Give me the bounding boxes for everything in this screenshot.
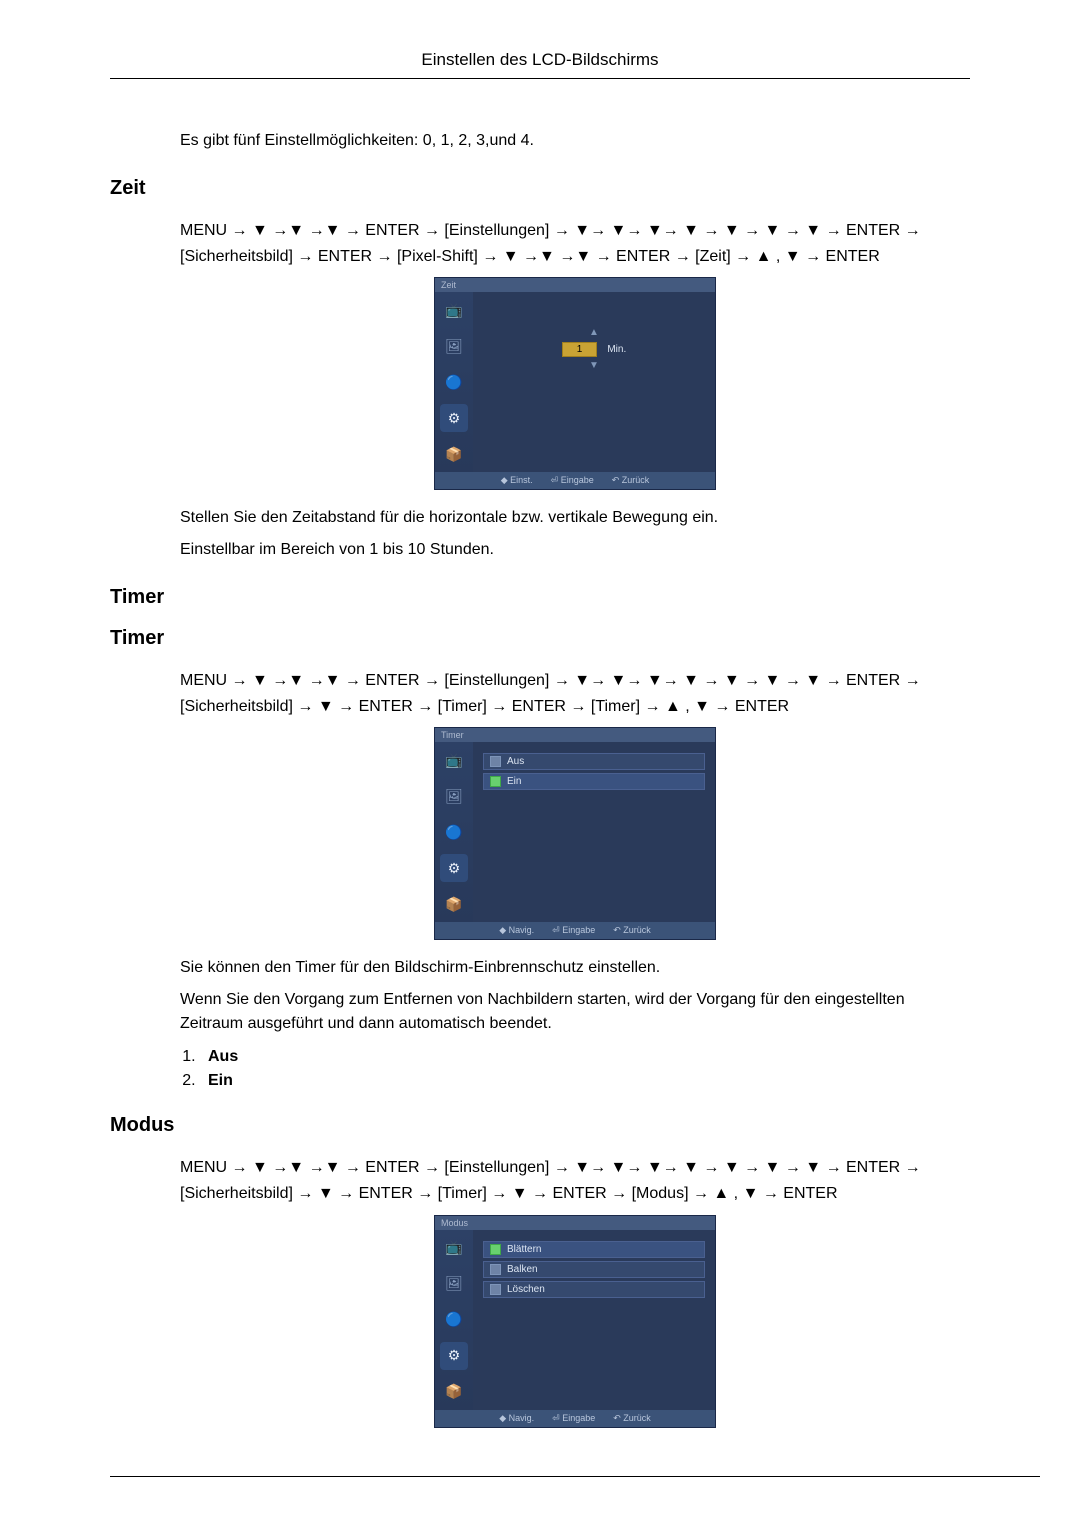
osd-sidebar: 📺 🖼 🔵 ⚙ 📦 [435, 742, 473, 922]
osd-icon-multi-icon[interactable]: 📦 [440, 1378, 468, 1406]
osd-icon-sound-icon[interactable]: 🔵 [440, 1306, 468, 1334]
checkbox-icon [490, 776, 501, 787]
osd-timer: Timer 📺 🖼 🔵 ⚙ 📦 Aus Ein [434, 727, 716, 940]
spinner-unit: Min. [607, 344, 626, 355]
modus-nav-path: MENU → ▼ →▼ →▼ → ENTER → [Einstellungen]… [180, 1155, 970, 1206]
option-label: Aus [507, 756, 524, 767]
osd-option-aus[interactable]: Aus [483, 753, 705, 770]
section-zeit-heading: Zeit [110, 177, 970, 200]
osd-option-loeschen[interactable]: Löschen [483, 1281, 705, 1298]
osd-icon-multi-icon[interactable]: 📦 [440, 890, 468, 918]
osd-icon-picture-icon[interactable]: 🖼 [440, 782, 468, 810]
osd-icon-input-icon[interactable]: 📺 [440, 746, 468, 774]
osd-timer-main: Aus Ein [473, 742, 715, 922]
section-timer-heading-1: Timer [110, 586, 970, 609]
intro-text: Es gibt fünf Einstellmöglichkeiten: 0, 1… [180, 129, 970, 153]
option-label: Blättern [507, 1244, 541, 1255]
spinner-value: 1 [562, 342, 598, 357]
timer-option-list: Aus Ein [180, 1048, 970, 1090]
list-item: Ein [200, 1072, 970, 1090]
osd-icon-sound-icon[interactable]: 🔵 [440, 368, 468, 396]
osd-icon-setup-icon[interactable]: ⚙ [440, 404, 468, 432]
timer-nav-path: MENU → ▼ →▼ →▼ → ENTER → [Einstellungen]… [180, 668, 970, 719]
spinner-up-icon[interactable]: ▲ [483, 328, 705, 338]
osd-icon-sound-icon[interactable]: 🔵 [440, 818, 468, 846]
osd-option-balken[interactable]: Balken [483, 1261, 705, 1278]
timer-text-1: Sie können den Timer für den Bildschirm-… [180, 956, 970, 980]
osd-option-blaettern[interactable]: Blättern [483, 1241, 705, 1258]
osd-zeit-spinner[interactable]: ▲ 1 Min. ▼ [483, 328, 705, 371]
section-timer-heading-2: Timer [110, 627, 970, 650]
osd-sidebar: 📺 🖼 🔵 ⚙ 📦 [435, 1230, 473, 1410]
osd-zeit-title: Zeit [435, 278, 715, 292]
footer-nav: ◆ Navig. [499, 1413, 534, 1424]
content-body: Es gibt fünf Einstellmöglichkeiten: 0, 1… [180, 129, 970, 1477]
osd-zeit-main: ▲ 1 Min. ▼ [473, 292, 715, 472]
osd-icon-input-icon[interactable]: 📺 [440, 1234, 468, 1262]
osd-modus: Modus 📺 🖼 🔵 ⚙ 📦 Blättern Balk [434, 1215, 716, 1428]
page-header: Einstellen des LCD-Bildschirms [110, 50, 970, 79]
list-item: Aus [200, 1048, 970, 1066]
zeit-text-1: Stellen Sie den Zeitabstand für die hori… [180, 506, 970, 530]
osd-icon-input-icon[interactable]: 📺 [440, 296, 468, 324]
osd-modus-title: Modus [435, 1216, 715, 1230]
checkbox-icon [490, 1284, 501, 1295]
footer-enter: ⏎ Eingabe [551, 475, 594, 486]
document-page: Einstellen des LCD-Bildschirms Es gibt f… [0, 0, 1080, 1537]
footer-back: ↶ Zurück [612, 475, 650, 486]
list-item-label: Ein [208, 1072, 233, 1089]
list-item-label: Aus [208, 1048, 238, 1065]
checkbox-icon [490, 1264, 501, 1275]
option-label: Ein [507, 776, 521, 787]
osd-modus-footer: ◆ Navig. ⏎ Eingabe ↶ Zurück [435, 1410, 715, 1427]
timer-text-2: Wenn Sie den Vorgang zum Entfernen von N… [180, 988, 970, 1036]
checkbox-icon [490, 1244, 501, 1255]
footer-enter: ⏎ Eingabe [552, 925, 595, 936]
spinner-down-icon[interactable]: ▼ [483, 361, 705, 371]
osd-zeit: Zeit 📺 🖼 🔵 ⚙ 📦 ▲ 1 Min. [434, 277, 716, 490]
osd-modus-main: Blättern Balken Löschen [473, 1230, 715, 1410]
zeit-text-2: Einstellbar im Bereich von 1 bis 10 Stun… [180, 538, 970, 562]
osd-icon-setup-icon[interactable]: ⚙ [440, 1342, 468, 1370]
osd-timer-footer: ◆ Navig. ⏎ Eingabe ↶ Zurück [435, 922, 715, 939]
footer-back: ↶ Zurück [613, 1413, 651, 1424]
osd-timer-title: Timer [435, 728, 715, 742]
footer-adjust: ◆ Einst. [501, 475, 533, 486]
osd-icon-picture-icon[interactable]: 🖼 [440, 332, 468, 360]
osd-icon-picture-icon[interactable]: 🖼 [440, 1270, 468, 1298]
footer-nav: ◆ Navig. [499, 925, 534, 936]
option-label: Löschen [507, 1284, 545, 1295]
osd-icon-setup-icon[interactable]: ⚙ [440, 854, 468, 882]
osd-option-ein[interactable]: Ein [483, 773, 705, 790]
osd-icon-multi-icon[interactable]: 📦 [440, 440, 468, 468]
option-label: Balken [507, 1264, 538, 1275]
footer-rule [110, 1476, 1040, 1477]
footer-back: ↶ Zurück [613, 925, 651, 936]
footer-enter: ⏎ Eingabe [552, 1413, 595, 1424]
osd-sidebar: 📺 🖼 🔵 ⚙ 📦 [435, 292, 473, 472]
zeit-nav-path: MENU → ▼ →▼ →▼ → ENTER → [Einstellungen]… [180, 218, 970, 269]
section-modus-heading: Modus [110, 1114, 970, 1137]
checkbox-icon [490, 756, 501, 767]
osd-zeit-footer: ◆ Einst. ⏎ Eingabe ↶ Zurück [435, 472, 715, 489]
